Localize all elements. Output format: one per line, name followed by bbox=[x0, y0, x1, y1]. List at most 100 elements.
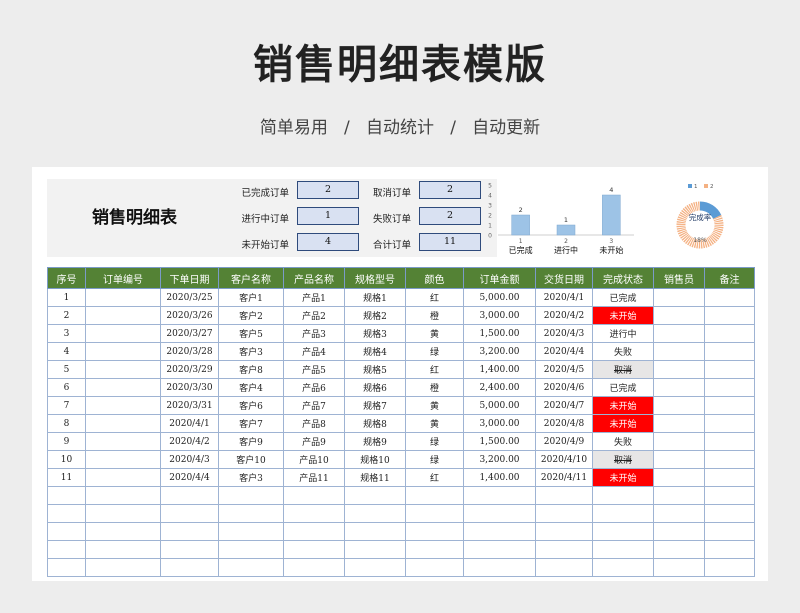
cell-empty[interactable] bbox=[85, 558, 161, 577]
cell-empty[interactable] bbox=[463, 486, 536, 505]
cell-customer[interactable]: 客户1 bbox=[218, 288, 284, 307]
cell-order-id[interactable] bbox=[85, 414, 161, 433]
cell-product[interactable]: 产品8 bbox=[283, 414, 345, 433]
cell-empty[interactable] bbox=[47, 504, 86, 523]
summary-value-failed[interactable]: 2 bbox=[419, 207, 481, 225]
cell-spec[interactable]: 规格8 bbox=[344, 414, 406, 433]
cell-status[interactable]: 未开始 bbox=[592, 414, 654, 433]
cell-order-date[interactable]: 2020/3/31 bbox=[160, 396, 219, 415]
cell-no[interactable]: 3 bbox=[47, 324, 86, 343]
cell-salesperson[interactable] bbox=[653, 432, 705, 451]
cell-color[interactable]: 红 bbox=[405, 468, 464, 487]
cell-product[interactable]: 产品5 bbox=[283, 360, 345, 379]
cell-empty[interactable] bbox=[653, 504, 705, 523]
cell-spec[interactable]: 规格7 bbox=[344, 396, 406, 415]
cell-no[interactable]: 9 bbox=[47, 432, 86, 451]
cell-empty[interactable] bbox=[653, 540, 705, 559]
cell-empty[interactable] bbox=[704, 558, 755, 577]
cell-color[interactable]: 红 bbox=[405, 288, 464, 307]
cell-empty[interactable] bbox=[592, 486, 654, 505]
cell-delivery[interactable]: 2020/4/4 bbox=[535, 342, 593, 361]
cell-spec[interactable]: 规格4 bbox=[344, 342, 406, 361]
cell-salesperson[interactable] bbox=[653, 414, 705, 433]
column-header-no[interactable]: 序号 bbox=[47, 267, 86, 289]
cell-product[interactable]: 产品4 bbox=[283, 342, 345, 361]
cell-empty[interactable] bbox=[704, 540, 755, 559]
cell-order-date[interactable]: 2020/3/30 bbox=[160, 378, 219, 397]
cell-amount[interactable]: 1,500.00 bbox=[463, 324, 536, 343]
cell-salesperson[interactable] bbox=[653, 288, 705, 307]
cell-delivery[interactable]: 2020/4/5 bbox=[535, 360, 593, 379]
summary-value-cancelled[interactable]: 2 bbox=[419, 181, 481, 199]
cell-status[interactable]: 进行中 bbox=[592, 324, 654, 343]
cell-order-id[interactable] bbox=[85, 432, 161, 451]
cell-product[interactable]: 产品11 bbox=[283, 468, 345, 487]
column-header-order-date[interactable]: 下单日期 bbox=[160, 267, 219, 289]
cell-amount[interactable]: 1,400.00 bbox=[463, 360, 536, 379]
cell-empty[interactable] bbox=[85, 522, 161, 541]
cell-empty[interactable] bbox=[344, 504, 406, 523]
cell-empty[interactable] bbox=[283, 540, 345, 559]
cell-customer[interactable]: 客户2 bbox=[218, 306, 284, 325]
cell-remark[interactable] bbox=[704, 360, 755, 379]
cell-empty[interactable] bbox=[218, 540, 284, 559]
cell-color[interactable]: 黄 bbox=[405, 324, 464, 343]
cell-delivery[interactable]: 2020/4/11 bbox=[535, 468, 593, 487]
cell-empty[interactable] bbox=[704, 522, 755, 541]
column-header-delivery[interactable]: 交货日期 bbox=[535, 267, 593, 289]
cell-spec[interactable]: 规格1 bbox=[344, 288, 406, 307]
cell-customer[interactable]: 客户9 bbox=[218, 432, 284, 451]
cell-order-id[interactable] bbox=[85, 468, 161, 487]
cell-empty[interactable] bbox=[535, 522, 593, 541]
summary-value-in-progress[interactable]: 1 bbox=[297, 207, 359, 225]
cell-delivery[interactable]: 2020/4/8 bbox=[535, 414, 593, 433]
cell-empty[interactable] bbox=[218, 504, 284, 523]
cell-empty[interactable] bbox=[344, 486, 406, 505]
cell-product[interactable]: 产品2 bbox=[283, 306, 345, 325]
cell-no[interactable]: 2 bbox=[47, 306, 86, 325]
cell-color[interactable]: 黄 bbox=[405, 396, 464, 415]
cell-customer[interactable]: 客户5 bbox=[218, 324, 284, 343]
column-header-order-id[interactable]: 订单编号 bbox=[85, 267, 161, 289]
cell-empty[interactable] bbox=[405, 522, 464, 541]
cell-empty[interactable] bbox=[653, 486, 705, 505]
cell-spec[interactable]: 规格5 bbox=[344, 360, 406, 379]
column-header-spec[interactable]: 规格型号 bbox=[344, 267, 406, 289]
cell-salesperson[interactable] bbox=[653, 468, 705, 487]
cell-remark[interactable] bbox=[704, 432, 755, 451]
cell-salesperson[interactable] bbox=[653, 324, 705, 343]
cell-empty[interactable] bbox=[160, 558, 219, 577]
cell-empty[interactable] bbox=[463, 504, 536, 523]
cell-empty[interactable] bbox=[535, 558, 593, 577]
cell-status[interactable]: 取消 bbox=[592, 360, 654, 379]
cell-customer[interactable]: 客户3 bbox=[218, 468, 284, 487]
cell-customer[interactable]: 客户6 bbox=[218, 396, 284, 415]
cell-salesperson[interactable] bbox=[653, 360, 705, 379]
cell-delivery[interactable]: 2020/4/2 bbox=[535, 306, 593, 325]
cell-empty[interactable] bbox=[463, 522, 536, 541]
cell-salesperson[interactable] bbox=[653, 342, 705, 361]
cell-remark[interactable] bbox=[704, 324, 755, 343]
cell-no[interactable]: 4 bbox=[47, 342, 86, 361]
cell-customer[interactable]: 客户4 bbox=[218, 378, 284, 397]
cell-no[interactable]: 7 bbox=[47, 396, 86, 415]
cell-order-date[interactable]: 2020/3/27 bbox=[160, 324, 219, 343]
cell-color[interactable]: 绿 bbox=[405, 432, 464, 451]
cell-color[interactable]: 橙 bbox=[405, 306, 464, 325]
cell-spec[interactable]: 规格3 bbox=[344, 324, 406, 343]
cell-empty[interactable] bbox=[592, 522, 654, 541]
cell-color[interactable]: 橙 bbox=[405, 378, 464, 397]
column-header-color[interactable]: 颜色 bbox=[405, 267, 464, 289]
column-header-salesperson[interactable]: 销售员 bbox=[653, 267, 705, 289]
column-header-product[interactable]: 产品名称 bbox=[283, 267, 345, 289]
column-header-status[interactable]: 完成状态 bbox=[592, 267, 654, 289]
cell-empty[interactable] bbox=[47, 558, 86, 577]
cell-order-date[interactable]: 2020/3/28 bbox=[160, 342, 219, 361]
cell-empty[interactable] bbox=[653, 522, 705, 541]
cell-color[interactable]: 红 bbox=[405, 360, 464, 379]
cell-empty[interactable] bbox=[283, 558, 345, 577]
cell-order-date[interactable]: 2020/3/29 bbox=[160, 360, 219, 379]
cell-empty[interactable] bbox=[47, 540, 86, 559]
cell-empty[interactable] bbox=[283, 504, 345, 523]
cell-order-date[interactable]: 2020/4/4 bbox=[160, 468, 219, 487]
